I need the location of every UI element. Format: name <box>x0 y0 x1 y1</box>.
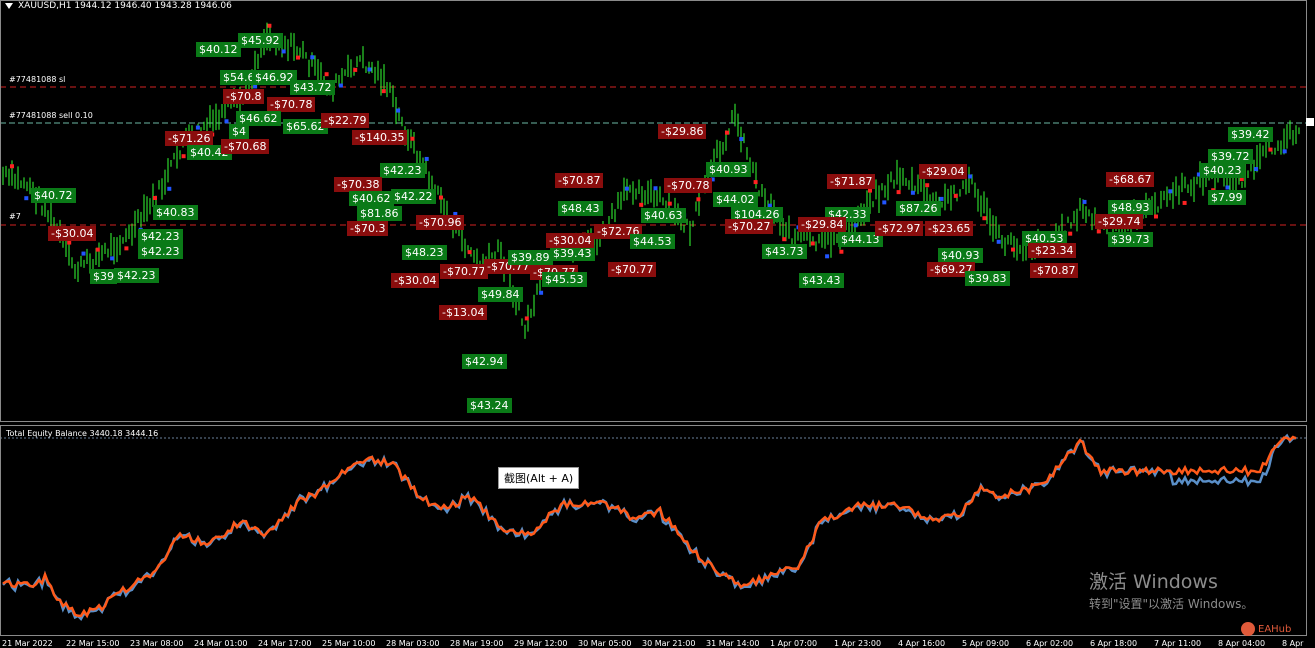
trade-profit-label: $4 <box>229 124 249 139</box>
indicator-title: Total Equity Balance 3440.18 3444.16 <box>6 429 159 438</box>
trade-profit-label: -$140.35 <box>352 130 408 145</box>
trade-profit-label: -$70.68 <box>221 139 270 154</box>
trade-profit-label: $39.43 <box>550 246 595 261</box>
trade-profit-label: $44.53 <box>630 234 675 249</box>
trade-profit-label: $40.23 <box>1200 163 1245 178</box>
current-price-marker-icon <box>1306 118 1314 126</box>
trade-profit-label: $81.86 <box>357 206 402 221</box>
trade-profit-label: $40.62 <box>349 191 394 206</box>
trade-profit-label: $40.83 <box>153 205 198 220</box>
brand-logo: EAHub <box>1241 622 1291 638</box>
trade-profit-label: -$23.65 <box>925 221 974 236</box>
trade-profit-label: $48.43 <box>558 201 603 216</box>
sell-line-label: #77481088 sell 0.10 <box>9 111 93 120</box>
trade-profit-label: -$70.87 <box>1030 263 1079 278</box>
trade-profit-label: $40.93 <box>706 162 751 177</box>
trade-profit-label: -$70.77 <box>608 262 657 277</box>
trade-profit-label: $42.23 <box>114 268 159 283</box>
trade-profit-label: -$71.87 <box>827 174 876 189</box>
trade-profit-label: -$72.97 <box>875 221 924 236</box>
trade-profit-label: $48.93 <box>1108 200 1153 215</box>
trade-profit-label: $43.72 <box>290 80 335 95</box>
trade-profit-label: -$70.3 <box>347 221 389 236</box>
trade-profit-label: $39.42 <box>1228 127 1273 142</box>
trade-profit-label: $40.72 <box>31 188 76 203</box>
trade-profit-label: $39 <box>90 269 117 284</box>
trade-profit-label: $7.99 <box>1208 190 1246 205</box>
trade-profit-label: $39.72 <box>1208 149 1253 164</box>
trade-profit-label: -$70.78 <box>664 178 713 193</box>
trade-profit-label: -$22.79 <box>321 113 370 128</box>
trade-profit-label: -$70.27 <box>725 219 774 234</box>
trade-profit-label: -$30.04 <box>546 233 595 248</box>
brand-text: EAHub <box>1258 624 1292 635</box>
trade-profit-label: $45.92 <box>238 33 283 48</box>
partial-line-label: #7 <box>9 212 21 221</box>
trade-profit-label: $40.93 <box>938 248 983 263</box>
screenshot-tooltip: 截图(Alt + A) <box>498 467 580 489</box>
chart-symbol-title: XAUUSD,H1 1944.12 1946.40 1943.28 1946.0… <box>18 1 232 11</box>
trade-profit-label: $39.83 <box>965 271 1010 286</box>
trade-profit-label: $45.53 <box>542 272 587 287</box>
trade-profit-label: -$29.74 <box>1095 214 1144 229</box>
trade-profit-label: -$68.67 <box>1106 172 1155 187</box>
trade-profit-label: $42.94 <box>462 354 507 369</box>
trade-profit-label: $43.73 <box>762 244 807 259</box>
sl-line-label: #77481088 sl <box>9 75 66 84</box>
trade-profit-label: $42.23 <box>138 244 183 259</box>
trade-profit-label: $44.02 <box>713 192 758 207</box>
trade-profit-label: $48.23 <box>402 245 447 260</box>
activate-windows-subtitle: 转到"设置"以激活 Windows。 <box>1089 597 1254 611</box>
trade-profit-label: $87.26 <box>896 201 941 216</box>
trade-profit-label: -$70.96 <box>416 215 465 230</box>
trade-profit-label: $49.84 <box>478 287 523 302</box>
trade-profit-label: $42.22 <box>391 189 436 204</box>
trade-profit-label: $43.43 <box>799 273 844 288</box>
trade-profit-label: -$30.04 <box>391 273 440 288</box>
trade-profit-label: -$70.77 <box>440 264 489 279</box>
trade-profit-label: -$30.04 <box>48 226 97 241</box>
trade-profit-label: -$71.26 <box>165 131 214 146</box>
trade-profit-label: -$23.34 <box>1028 243 1077 258</box>
trade-profit-label: -$70.8 <box>223 89 265 104</box>
chevron-down-icon[interactable] <box>5 3 13 9</box>
trade-profit-label: $39.73 <box>1108 232 1153 247</box>
trade-profit-label: $40.12 <box>196 42 241 57</box>
trade-profit-label: -$29.84 <box>798 217 847 232</box>
trade-profit-label: -$70.87 <box>555 173 604 188</box>
trade-profit-label: $42.23 <box>380 163 425 178</box>
trade-profit-label: -$29.04 <box>919 164 968 179</box>
trade-profit-label: $42.23 <box>138 229 183 244</box>
trade-profit-label: $43.24 <box>467 398 512 413</box>
trade-profit-label: -$70.38 <box>334 177 383 192</box>
brand-icon <box>1241 622 1255 636</box>
trade-profit-label: -$13.04 <box>439 305 488 320</box>
trade-profit-label: -$70.78 <box>267 97 316 112</box>
trade-profit-label: -$29.86 <box>658 124 707 139</box>
trade-profit-label: $39.89 <box>508 250 553 265</box>
trade-profit-label: $40.63 <box>641 208 686 223</box>
activate-windows-title: 激活 Windows <box>1089 571 1218 593</box>
